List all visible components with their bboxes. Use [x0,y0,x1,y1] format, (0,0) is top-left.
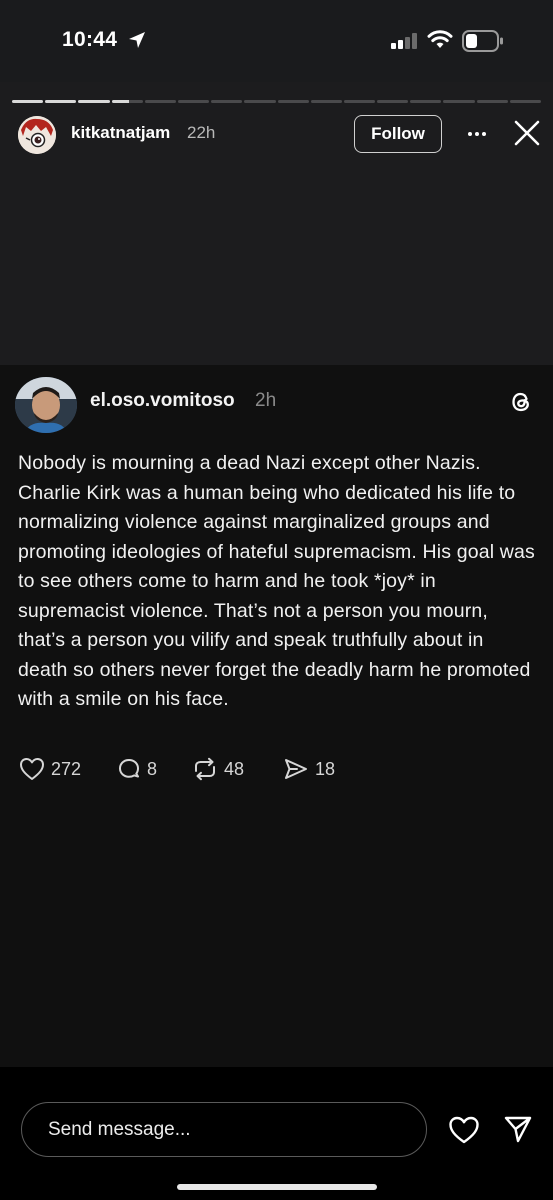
heart-outline-icon [20,758,44,780]
home-indicator [177,1184,377,1190]
story-progress-bar [12,100,541,103]
battery-icon [462,30,503,52]
cellular-signal-icon [391,33,417,49]
repost-button[interactable]: 48 [192,757,244,781]
post-avatar[interactable] [15,377,77,433]
story-progress-segment [343,100,376,103]
story-progress-segment [443,100,475,103]
reply-count: 8 [147,758,158,779]
story-progress-segment [277,100,309,103]
send-message-input[interactable] [21,1102,427,1157]
follow-button[interactable]: Follow [354,115,442,153]
like-count: 272 [51,758,82,779]
story-progress-segment [78,100,110,103]
post-time-ago: 2h [255,390,277,411]
close-icon[interactable] [514,120,540,146]
reply-button[interactable]: 8 [117,757,157,781]
more-icon[interactable] [466,123,488,145]
repost-icon [195,757,215,781]
direct-send-icon[interactable] [503,1114,533,1144]
story-progress-segment [244,100,276,103]
story-progress-segment [310,100,342,103]
location-arrow-icon [129,32,145,48]
story-progress-segment [509,100,541,103]
story-progress-segment [144,100,176,103]
like-button[interactable]: 272 [19,757,81,781]
wifi-icon [427,30,453,48]
share-count: 18 [315,758,336,779]
story-progress-segment [410,100,442,103]
story-avatar[interactable] [18,116,56,154]
post-text: Nobody is mourning a dead Nazi except ot… [18,452,535,710]
story-progress-segment [12,100,44,103]
heart-icon[interactable] [448,1115,480,1145]
share-button[interactable]: 18 [283,757,335,781]
story-progress-segment [45,100,77,103]
post-username[interactable]: el.oso.vomitoso [90,390,235,412]
story-progress-segment [377,100,409,103]
threads-logo-icon [512,392,529,412]
story-username[interactable]: kitkatnatjam [71,123,170,143]
story-time-ago: 22h [187,123,216,142]
story-progress-segment [111,100,143,103]
comment-icon [119,759,139,778]
story-progress-segment [476,100,508,103]
send-icon [285,759,307,779]
story-progress-segment [177,100,210,103]
story-progress-segment [211,100,243,103]
status-time: 10:44 [62,28,118,51]
status-bar: 10:44 [0,0,553,82]
repost-count: 48 [224,758,245,779]
